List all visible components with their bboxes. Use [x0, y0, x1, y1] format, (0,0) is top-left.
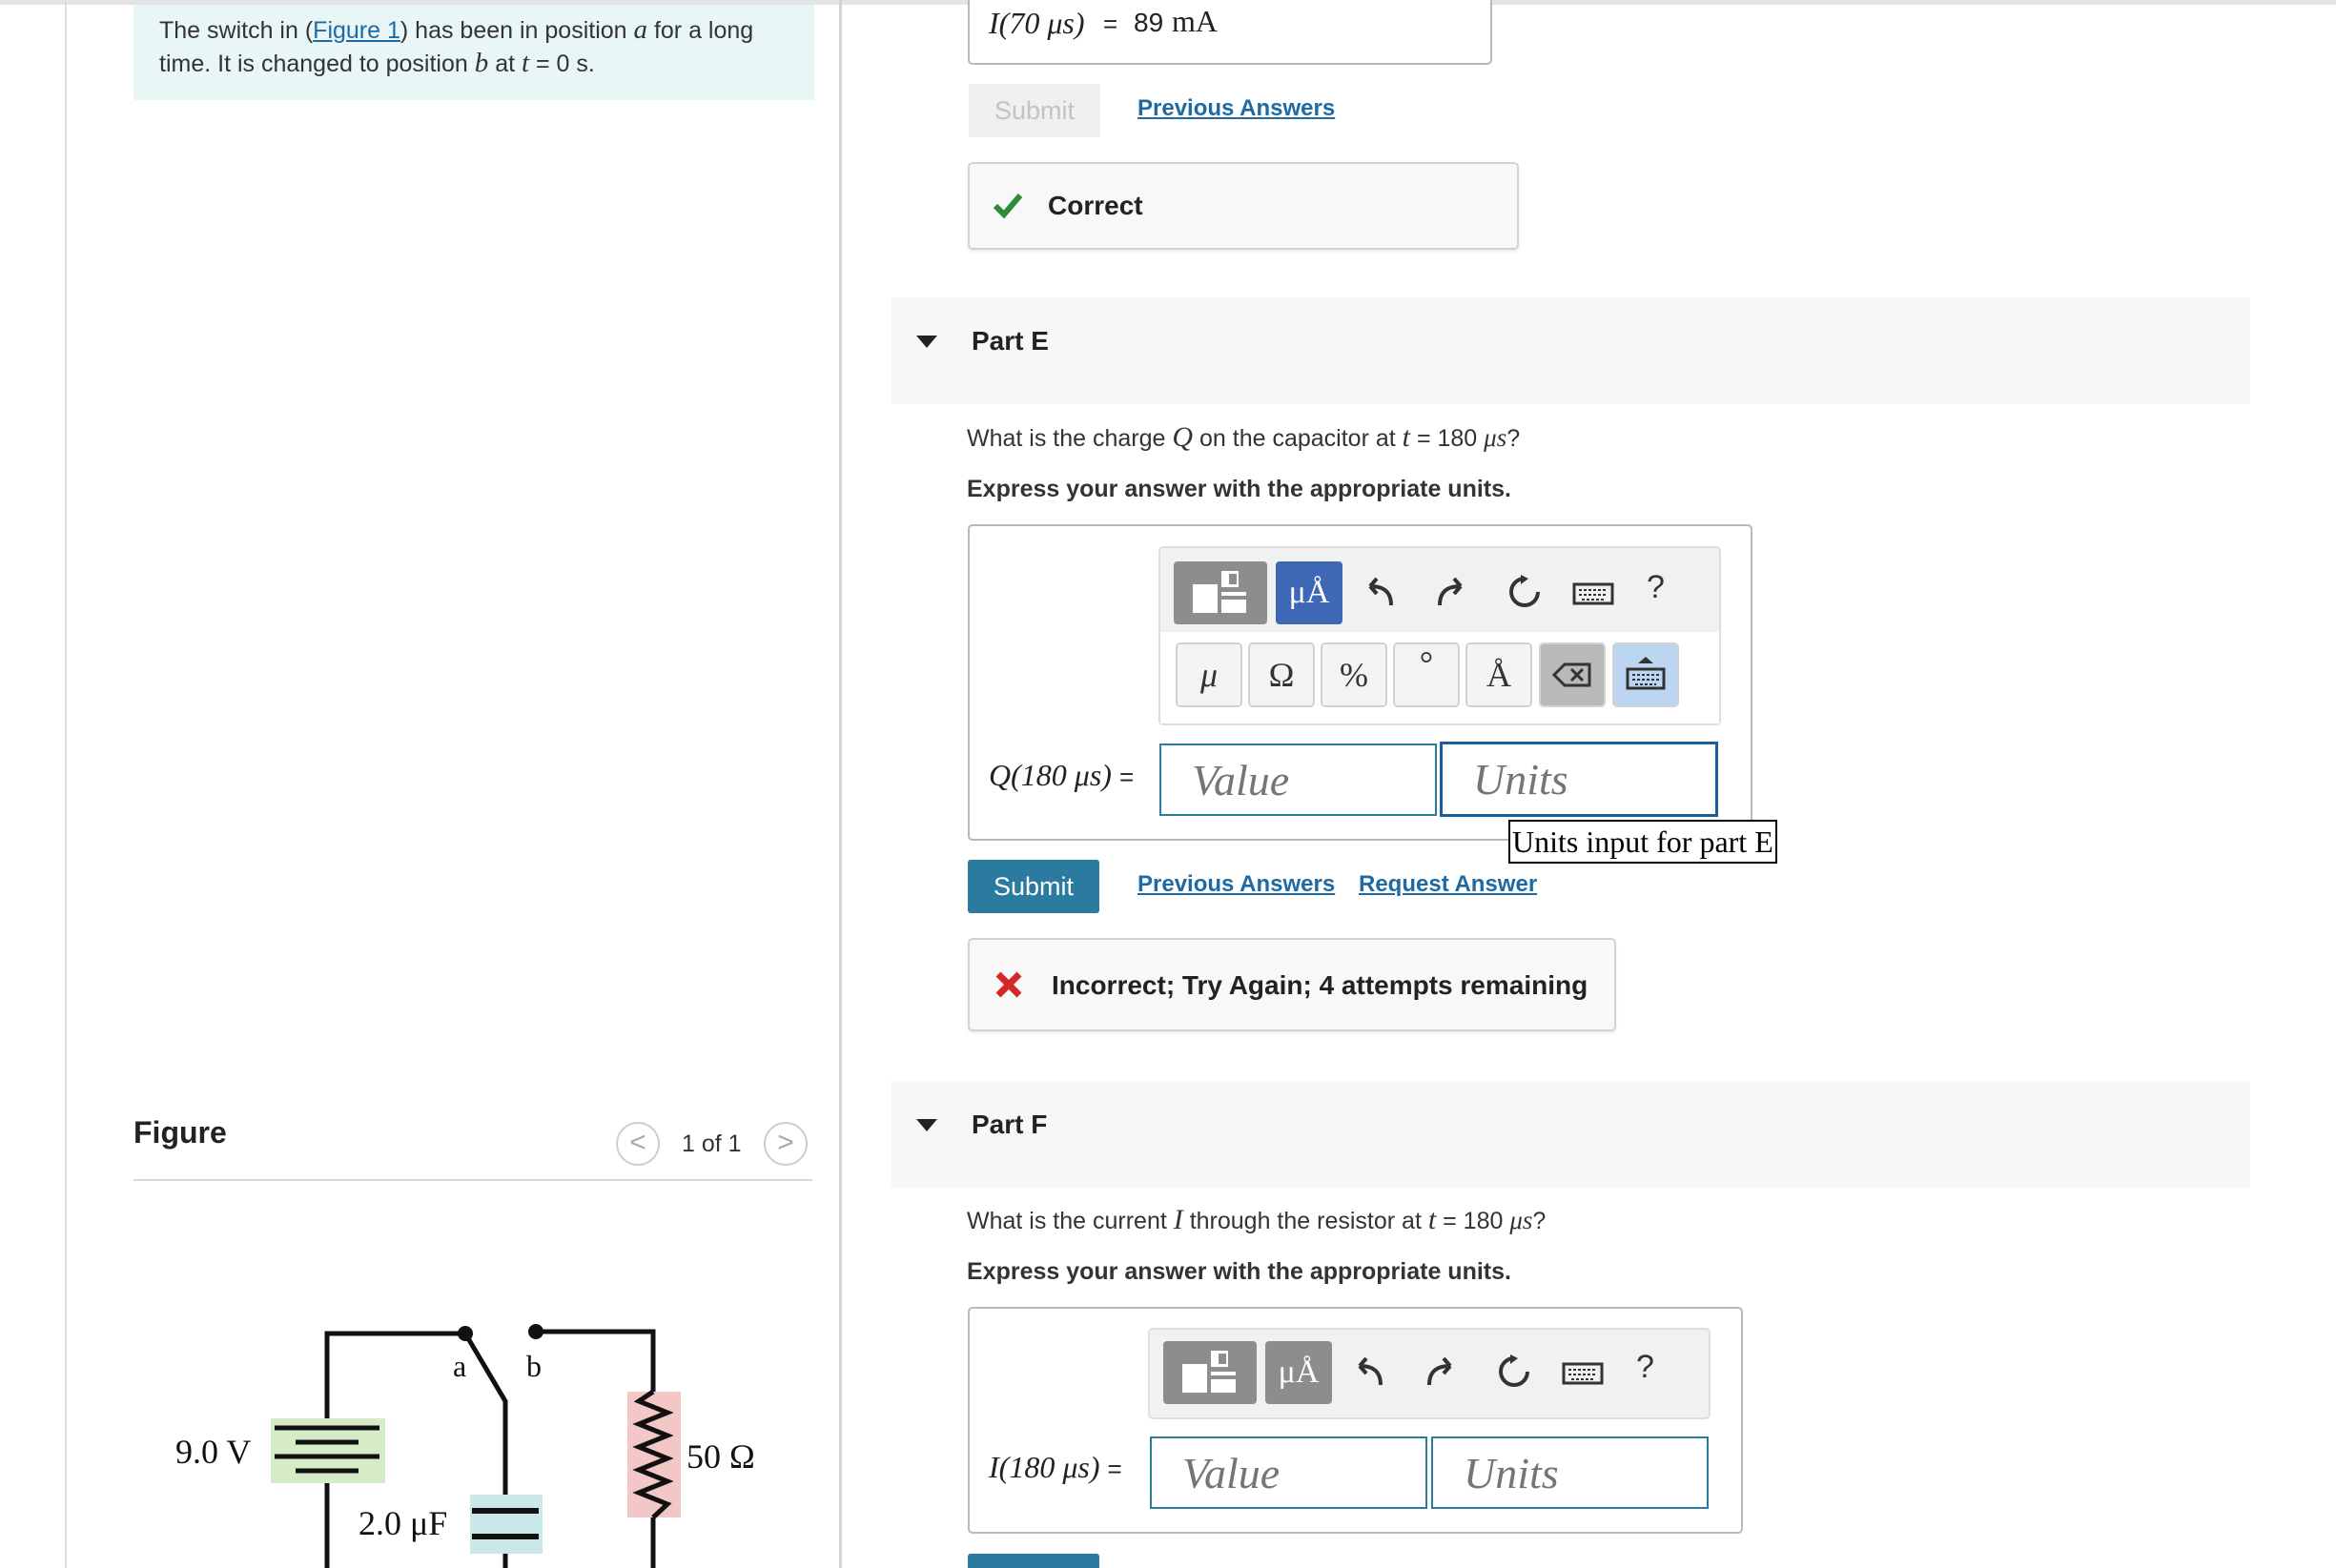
part-d-answer-unit: mA: [1172, 4, 1218, 38]
part-e-answer-label: Q(180 μs) =: [989, 758, 1135, 792]
capacitor-background: [470, 1495, 543, 1554]
switch-contact-b: [528, 1324, 543, 1339]
circuit-figure: a b 9.0 V 50 Ω 2.0 μF: [175, 1324, 755, 1568]
toggle-keyboard-button[interactable]: [1612, 642, 1679, 707]
figure-link[interactable]: Figure 1: [313, 17, 400, 44]
chevron-right-icon: >: [777, 1127, 794, 1158]
caret-down-icon: [916, 336, 937, 348]
help-icon[interactable]: ?: [1636, 1349, 1654, 1386]
templates-button[interactable]: [1174, 561, 1267, 624]
part-f-submit-button[interactable]: [968, 1554, 1099, 1568]
part-e-value-input[interactable]: [1159, 743, 1437, 816]
caret-down-icon: [916, 1119, 937, 1131]
label-resistor: 50 Ω: [686, 1437, 755, 1476]
reset-icon[interactable]: [1506, 573, 1544, 611]
part-f-units-input[interactable]: [1431, 1436, 1709, 1509]
key-ohm[interactable]: Ω: [1248, 642, 1315, 707]
part-d-answer-value: 89: [1134, 8, 1164, 37]
part-e-feedback: Incorrect; Try Again; 4 attempts remaini…: [968, 938, 1616, 1031]
part-f-title: Part F: [972, 1110, 1048, 1139]
problem-statement: The switch in (Figure 1) has been in pos…: [133, 5, 814, 100]
reset-icon[interactable]: [1495, 1353, 1533, 1391]
left-margin-rule: [65, 0, 67, 1568]
undo-icon[interactable]: [1352, 1354, 1386, 1389]
templates-icon: [1182, 1351, 1236, 1393]
part-f-instructions: Express your answer with the appropriate…: [967, 1258, 1511, 1285]
part-d-answer-box: I(70 μs) = 89 mA: [968, 0, 1492, 65]
column-divider[interactable]: [839, 0, 842, 1568]
redo-icon[interactable]: [1424, 1354, 1458, 1389]
figure-title: Figure: [133, 1115, 227, 1150]
key-percent[interactable]: %: [1321, 642, 1387, 707]
backspace-icon: [1551, 662, 1591, 687]
part-e-previous-answers-link[interactable]: Previous Answers: [1137, 871, 1335, 898]
chevron-left-icon: <: [629, 1127, 646, 1158]
cross-icon: [995, 971, 1022, 998]
part-e-feedback-text: Incorrect; Try Again; 4 attempts remaini…: [1052, 970, 1588, 1000]
keyboard-icon[interactable]: [1562, 1358, 1604, 1387]
part-f-value-input[interactable]: [1150, 1436, 1427, 1509]
check-icon: [993, 193, 1023, 219]
part-d-previous-answers-link[interactable]: Previous Answers: [1137, 95, 1335, 122]
label-battery: 9.0 V: [175, 1433, 251, 1471]
label-b: b: [526, 1349, 542, 1383]
part-e-title: Part E: [972, 326, 1049, 356]
key-degree[interactable]: °: [1393, 642, 1460, 707]
part-f-toolbar: μÅ ?: [1148, 1328, 1711, 1419]
label-capacitor: 2.0 μF: [359, 1504, 447, 1542]
figure-pager: 1 of 1: [682, 1130, 742, 1157]
problem-text: The switch in (Figure 1) has been in pos…: [159, 14, 754, 78]
part-e-submit-button[interactable]: Submit: [968, 860, 1099, 913]
templates-button[interactable]: [1163, 1341, 1257, 1404]
part-f-question: What is the current I through the resist…: [967, 1204, 1547, 1235]
help-icon[interactable]: ?: [1647, 569, 1665, 606]
units-tooltip: Units input for part E: [1508, 820, 1777, 864]
templates-icon: [1193, 571, 1246, 613]
part-e-toolbar: μÅ ? μ Ω % ° Å: [1158, 546, 1721, 725]
figure-next-button[interactable]: >: [764, 1122, 808, 1166]
part-e-header[interactable]: Part E: [891, 297, 2250, 404]
part-f-answer-label: I(180 μs) =: [989, 1450, 1122, 1484]
part-d-answer-label: I(70 μs): [989, 6, 1085, 40]
part-d-submit-button[interactable]: Submit: [969, 84, 1100, 137]
part-d-feedback: Correct: [968, 162, 1519, 250]
units-button[interactable]: μÅ: [1265, 1341, 1332, 1404]
backspace-button[interactable]: [1539, 642, 1606, 707]
figure-prev-button[interactable]: <: [616, 1122, 660, 1166]
part-e-question: What is the charge Q on the capacitor at…: [967, 421, 1521, 453]
part-e-units-input[interactable]: [1440, 742, 1718, 817]
units-button[interactable]: μÅ: [1276, 561, 1342, 624]
figure-divider: [133, 1179, 812, 1181]
part-f-header[interactable]: Part F: [891, 1081, 2250, 1188]
part-d-feedback-text: Correct: [1048, 191, 1143, 220]
switch-contact-a: [458, 1326, 473, 1341]
keyboard-up-icon: [1626, 657, 1666, 690]
redo-icon[interactable]: [1434, 575, 1468, 609]
part-e-instructions: Express your answer with the appropriate…: [967, 476, 1511, 502]
keyboard-icon[interactable]: [1572, 579, 1614, 607]
key-mu[interactable]: μ: [1176, 642, 1242, 707]
undo-icon[interactable]: [1363, 575, 1397, 609]
key-angstrom[interactable]: Å: [1465, 642, 1532, 707]
part-e-request-answer-link[interactable]: Request Answer: [1359, 871, 1537, 898]
label-a: a: [453, 1349, 466, 1383]
